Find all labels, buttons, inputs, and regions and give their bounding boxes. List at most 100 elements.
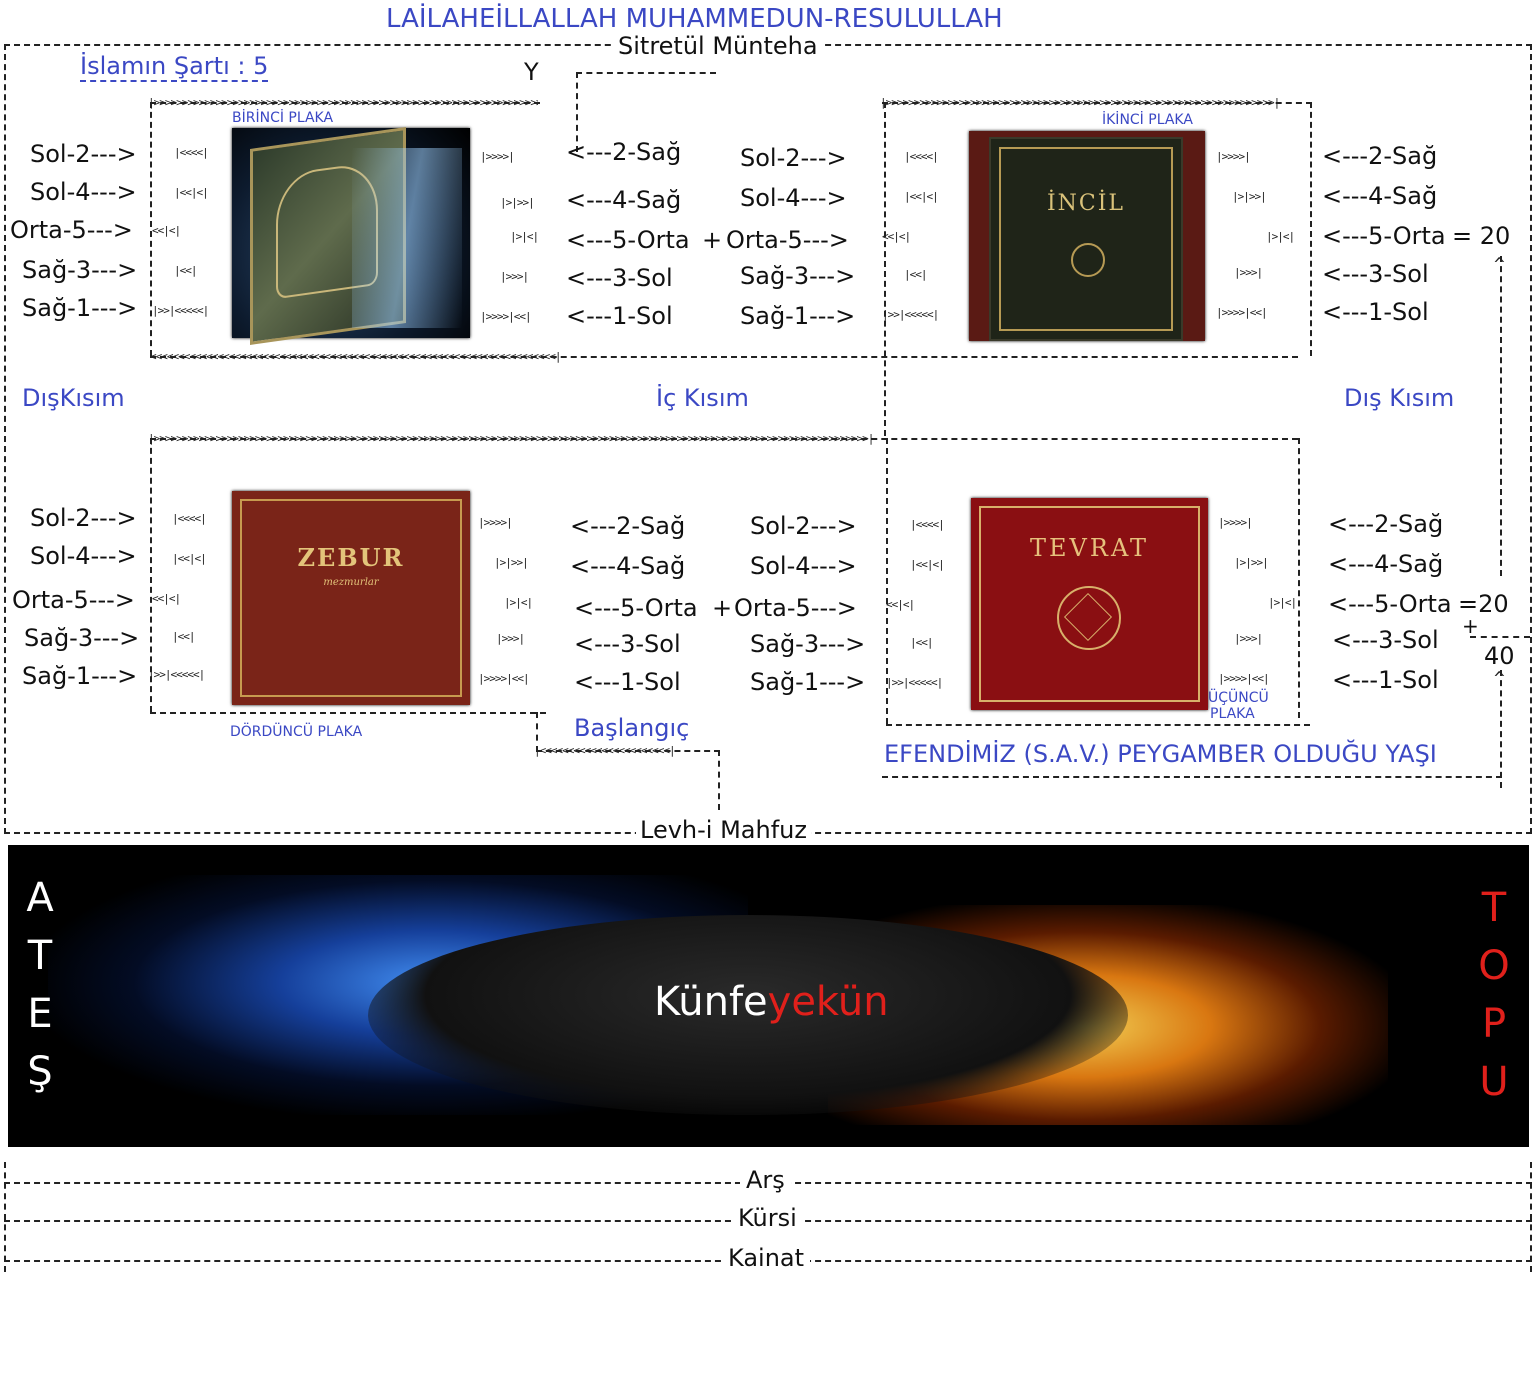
ascii-mid-arrow: |>>>>>>>>>>>>>>>>>>>>>>>>>>>>>>>>>>>>>>>…: [148, 432, 874, 445]
p1-r4: |>>>|: [500, 270, 529, 283]
age-note: EFENDİMİZ (S.A.V.) PEYGAMBER OLDUĞU YAŞI: [884, 740, 1437, 768]
p1-r3: |>|<|: [510, 230, 539, 243]
y-mark: Y: [524, 58, 539, 86]
p2-left-2: Sol-4--->: [740, 184, 847, 212]
p3-left-2: Sol-4--->: [750, 552, 857, 580]
plate-third-label-2: PLAKA: [1210, 706, 1255, 722]
p3-l4: |<<|: [910, 636, 933, 649]
kursi-label: Kürsi: [732, 1204, 803, 1232]
plate-first-label: BİRİNCİ PLAKA: [232, 110, 334, 126]
top-title: LAİLAHEİLLALLAH MUHAMMEDUN-RESULULLAH: [386, 4, 1003, 34]
right-arrow-column: [1500, 256, 1502, 576]
start-label: Başlangıç: [574, 714, 690, 742]
bottom-box-right: [1298, 438, 1300, 718]
p4-right-1: <---2-Sağ: [570, 512, 686, 540]
p4-left-1: Sol-2--->: [30, 504, 137, 532]
p2-r2: |>|>>|: [1232, 190, 1267, 203]
bottom-plus: +: [712, 594, 733, 622]
fire-left-letter-4: Ş: [27, 1049, 53, 1095]
p2-right-2: <---4-Sağ: [1322, 182, 1438, 210]
p2-right-1: <---2-Sağ: [1322, 142, 1438, 170]
p3-l5: |>>|<<<<<|: [886, 676, 943, 689]
p4-r5: |>>>>|<<|: [478, 672, 530, 685]
p4-right-3: <---5-Orta: [574, 594, 698, 622]
p3-r2: |>|>>|: [1234, 556, 1269, 569]
fire-right-letter-4: U: [1479, 1059, 1509, 1105]
right-arrow-caret-2: ^: [1494, 668, 1505, 689]
fire-left-letter-1: A: [26, 875, 54, 921]
p4-l2: |<<|<|: [172, 552, 207, 565]
book-zebur: ZEBUR mezmurlar: [232, 491, 470, 705]
total-line: [1470, 636, 1530, 638]
p1-left-5: Sağ-1--->: [22, 294, 138, 322]
p3-l1: |<<<<|: [910, 518, 945, 531]
p2-l5: |>>|<<<<<|: [882, 308, 939, 321]
age-underline: [882, 776, 1502, 778]
top-connector-h: [576, 72, 716, 74]
p3-left-1: Sol-2--->: [750, 512, 857, 540]
ascii-top-arrow-2: |>>>>>>>>>>>>>>>>>>>>>>>>>>>>>>>>>>>>>>>…: [880, 96, 1280, 109]
p3-r3: |>|<|: [1268, 596, 1297, 609]
p1-left-3: Orta-5--->: [10, 216, 133, 244]
p2-l3: <<|<|: [882, 230, 911, 243]
fire-right-letter-1: T: [1481, 885, 1507, 931]
book-quran: [232, 127, 470, 345]
fire-right-letter-3: P: [1481, 1001, 1507, 1047]
p1-l1: |<<<<|: [174, 146, 209, 159]
p2-r5: |>>>>|<<|: [1216, 306, 1268, 319]
p2-left-1: Sol-2--->: [740, 144, 847, 172]
ascii-bottom-arrow: <<<<<<<<<<<<<<<<<<<<<<<<<<<<<<<<<<<<<<<<…: [150, 350, 561, 363]
p1-right-4: <---3-Sol: [566, 264, 673, 292]
p4-left-3: Orta-5--->: [12, 586, 135, 614]
p1-l4: |<<|: [174, 264, 197, 277]
p2-l2: |<<|<|: [904, 190, 939, 203]
plate-second-label: İKİNCİ PLAKA: [1102, 112, 1193, 128]
start-vertical: [718, 750, 720, 810]
p2-left-4: Sağ-3--->: [740, 262, 856, 290]
top-plus: +: [702, 226, 723, 254]
p4-left-5: Sağ-1--->: [22, 662, 138, 690]
outer-frame-left: [4, 44, 6, 834]
p3-right-3: <---5-Orta: [1328, 590, 1452, 618]
p3-right-2: <---4-Sağ: [1328, 550, 1444, 578]
p2-l4: |<<|: [904, 268, 927, 281]
p3-r5: |>>>>|<<|: [1218, 672, 1270, 685]
p4-l3: <<|<|: [152, 592, 181, 605]
p1-right-2: <---4-Sağ: [566, 186, 682, 214]
equals-top: = 20: [1452, 222, 1511, 250]
fire-left-letter-3: E: [27, 991, 53, 1037]
p2-right-5: <---1-Sol: [1322, 298, 1429, 326]
p1-left-4: Sağ-3--->: [22, 256, 138, 284]
outer-right-label: Dış Kısım: [1344, 384, 1455, 412]
plate-third-label-1: ÜÇÜNCÜ: [1208, 690, 1269, 706]
p3-right-4: <---3-Sol: [1332, 626, 1439, 654]
kainat-label: Kainat: [722, 1244, 811, 1272]
ars-label: Arş: [740, 1166, 791, 1194]
p2-r1: |>>>>|: [1216, 150, 1251, 163]
p2-l1: |<<<<|: [904, 150, 939, 163]
levh-label: Levh-i Mahfuz: [636, 816, 811, 844]
p4-r2: |>|>>|: [494, 556, 529, 569]
top-box-mid: [884, 102, 886, 436]
p1-r2: |>|>>|: [500, 196, 535, 209]
total-value: 40: [1484, 642, 1515, 670]
zebur-title: ZEBUR: [297, 543, 405, 572]
p4-left-4: Sağ-3--->: [24, 624, 140, 652]
p1-l3: <<|<|: [152, 224, 181, 237]
p4-l1: |<<<<|: [172, 512, 207, 525]
fire-right-letter-2: O: [1478, 943, 1510, 989]
p2-left-3: Orta-5--->: [726, 226, 849, 254]
sitretul-label: Sitretül Münteha: [612, 32, 824, 60]
p1-l5: |>>|<<<<<|: [152, 304, 209, 317]
p1-right-5: <---1-Sol: [566, 302, 673, 330]
fire-center-white: Künfe: [654, 979, 768, 1025]
tevrat-title: TEVRAT: [1030, 534, 1149, 562]
p2-r4: |>>>|: [1234, 266, 1263, 279]
right-arrow-caret-1: ^: [1494, 254, 1505, 275]
p4-r3: |>|<|: [504, 596, 533, 609]
p3-right-5: <---1-Sol: [1332, 666, 1439, 694]
p1-left-2: Sol-4--->: [30, 178, 137, 206]
p1-l2: |<<|<|: [174, 186, 209, 199]
p4-right-4: <---3-Sol: [574, 630, 681, 658]
p2-right-4: <---3-Sol: [1322, 260, 1429, 288]
